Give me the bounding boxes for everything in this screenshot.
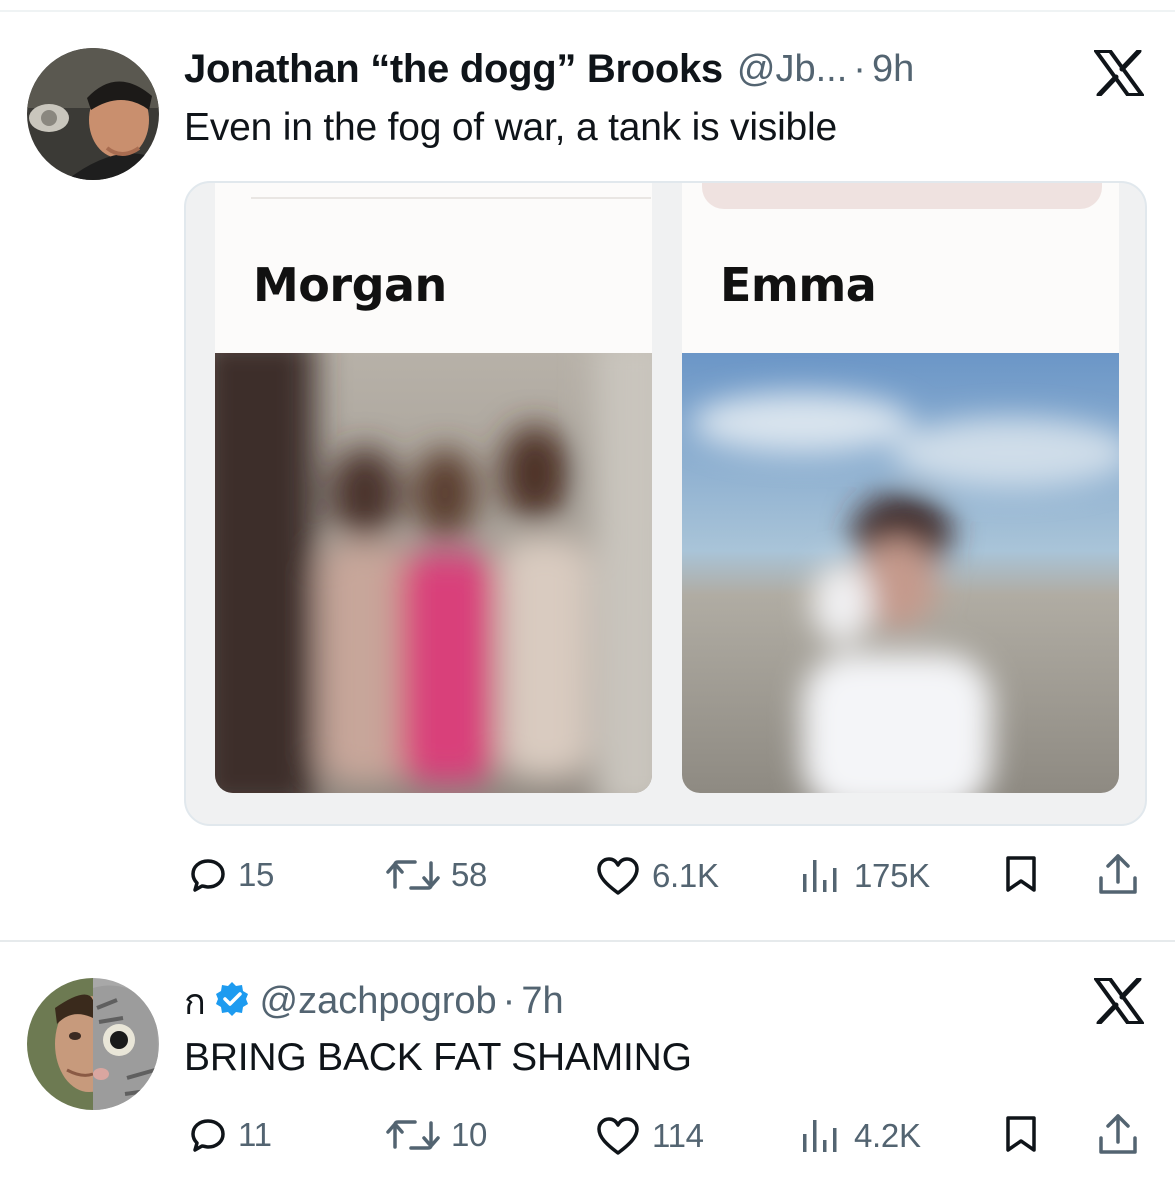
- bookmark-button[interactable]: [1004, 854, 1038, 894]
- profile-name-right: Emma: [720, 258, 877, 312]
- tweet-header: Jonathan “the dogg” Brooks @Jb... · 9h: [184, 44, 914, 94]
- repost-icon: [386, 1120, 440, 1150]
- like-button[interactable]: 6.1K: [596, 856, 719, 896]
- verified-badge-icon: [214, 981, 250, 1022]
- action-bar: 15 58 6.1K 175K: [0, 846, 1175, 906]
- timestamp[interactable]: 9h: [872, 48, 914, 91]
- media-attachment[interactable]: Morgan Emma: [184, 181, 1147, 826]
- views-count: 4.2K: [854, 1117, 921, 1154]
- blurred-photo-right: [682, 353, 1119, 793]
- avatar-image: [27, 48, 159, 180]
- share-icon: [1099, 854, 1137, 894]
- like-count: 6.1K: [652, 857, 719, 894]
- action-bar: 11 10 114 4.2K: [0, 1106, 1175, 1166]
- tweet-divider: [0, 940, 1175, 942]
- repost-count: 58: [451, 856, 488, 893]
- display-name[interactable]: Jonathan “the dogg” Brooks: [184, 47, 723, 92]
- media-panel-right: Emma: [682, 183, 1119, 793]
- timestamp[interactable]: 7h: [521, 980, 563, 1023]
- bookmark-icon: [1006, 856, 1036, 892]
- blurred-photo-left: [215, 353, 652, 793]
- panel-band: [702, 183, 1102, 209]
- share-button[interactable]: [1097, 1112, 1139, 1156]
- repost-button[interactable]: 10: [385, 1116, 487, 1154]
- heart-icon: [597, 857, 639, 895]
- views-button[interactable]: 4.2K: [800, 1116, 921, 1156]
- x-logo-icon[interactable]: [1094, 48, 1144, 101]
- reply-count: 15: [238, 856, 275, 893]
- bookmark-button[interactable]: [1004, 1114, 1038, 1154]
- author-avatar[interactable]: [27, 48, 159, 180]
- reply-button[interactable]: 15: [190, 856, 274, 894]
- reply-icon: [191, 1119, 225, 1152]
- x-logo-icon[interactable]: [1094, 976, 1144, 1029]
- tweet-text: BRING BACK FAT SHAMING: [184, 1036, 692, 1079]
- media-panel-left: Morgan: [215, 183, 652, 793]
- analytics-icon: [803, 1120, 837, 1152]
- panel-divider: [251, 197, 651, 199]
- avatar-image: [27, 978, 159, 1110]
- separator-dot: ·: [502, 979, 516, 1022]
- tweet-text: Even in the fog of war, a tank is visibl…: [184, 106, 837, 149]
- bookmark-icon: [1006, 1116, 1036, 1152]
- user-handle[interactable]: @Jb...: [737, 48, 847, 91]
- share-button[interactable]: [1097, 852, 1139, 896]
- reply-button[interactable]: 11: [190, 1116, 272, 1154]
- reply-count: 11: [238, 1116, 272, 1153]
- like-button[interactable]: 114: [596, 1116, 704, 1156]
- repost-icon: [386, 860, 440, 890]
- author-avatar[interactable]: [27, 978, 159, 1110]
- display-name[interactable]: ก: [184, 973, 206, 1030]
- profile-name-left: Morgan: [253, 258, 447, 312]
- tweet-header: ก @zachpogrob · 7h: [184, 976, 564, 1026]
- user-handle[interactable]: @zachpogrob: [260, 980, 497, 1023]
- reply-icon: [191, 859, 225, 892]
- views-count: 175K: [854, 857, 930, 894]
- share-icon: [1099, 1114, 1137, 1154]
- separator-dot: ·: [853, 47, 866, 90]
- repost-button[interactable]: 58: [385, 856, 487, 894]
- heart-icon: [597, 1117, 639, 1155]
- top-divider: [0, 10, 1175, 12]
- repost-count: 10: [451, 1116, 488, 1153]
- analytics-icon: [803, 860, 837, 892]
- like-count: 114: [652, 1117, 704, 1154]
- views-button[interactable]: 175K: [800, 856, 930, 896]
